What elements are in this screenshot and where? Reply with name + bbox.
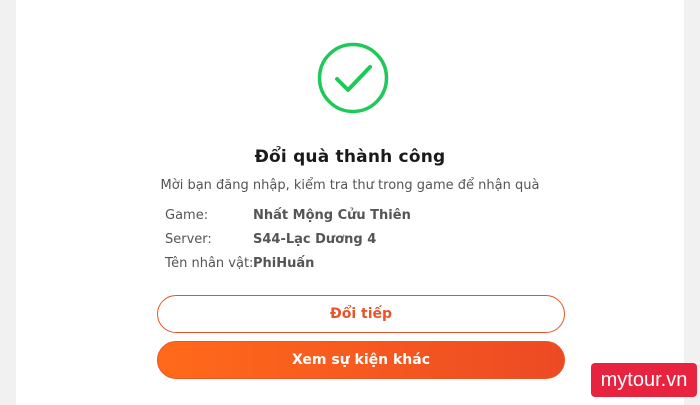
success-title: Đổi quà thành công xyxy=(254,147,446,167)
detail-value: S44-Lạc Dương 4 xyxy=(253,232,377,247)
detail-label: Tên nhân vật: xyxy=(165,256,254,271)
view-other-events-button[interactable]: Xem sự kiện khác xyxy=(157,341,565,379)
check-circle-icon xyxy=(317,42,389,114)
continue-exchange-button[interactable]: Đổi tiếp xyxy=(157,295,565,333)
success-message: Mời bạn đăng nhập, kiểm tra thư trong ga… xyxy=(160,178,540,193)
mytour-watermark-logo: mytour.vn xyxy=(591,363,697,397)
detail-value: PhiHuấn xyxy=(253,256,315,271)
detail-value: Nhất Mộng Cửu Thiên xyxy=(253,208,411,223)
detail-label: Game: xyxy=(165,208,209,223)
detail-label: Server: xyxy=(165,232,212,247)
